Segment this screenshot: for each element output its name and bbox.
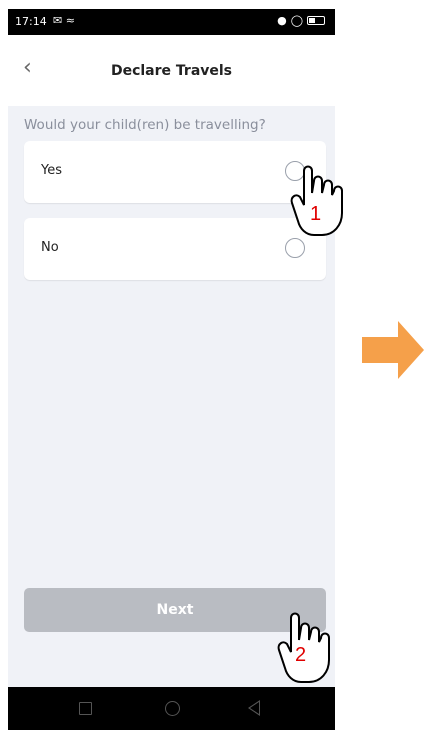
alarm-icon: ◯ <box>290 14 303 27</box>
option-yes[interactable]: Yes <box>24 141 326 203</box>
next-step-arrow-icon <box>362 321 424 383</box>
option-yes-label: Yes <box>41 163 62 178</box>
system-icons: ● ◯ <box>277 14 325 27</box>
status-time: 17:14 <box>15 15 47 28</box>
pointer-hand-icon: 1 <box>290 163 346 243</box>
app-header: ‹ Declare Travels <box>8 35 335 106</box>
option-no-label: No <box>41 240 59 255</box>
notification-icons: ✉ ≈ <box>53 14 75 27</box>
wifi-icon: ● <box>277 14 287 27</box>
back-triangle-icon[interactable] <box>248 700 260 716</box>
home-icon[interactable] <box>165 701 180 716</box>
recents-icon[interactable] <box>79 702 92 715</box>
pointer-hand-icon: 2 <box>277 610 333 690</box>
battery-icon <box>307 16 325 25</box>
page-title: Declare Travels <box>110 63 233 79</box>
step-number-1: 1 <box>310 203 322 225</box>
android-nav-bar <box>8 687 335 730</box>
travel-question: Would your child(ren) be travelling? <box>24 117 266 133</box>
option-no[interactable]: No <box>24 218 326 280</box>
step-number-2: 2 <box>295 644 307 666</box>
status-bar: 17:14 ✉ ≈ ● ◯ <box>8 9 335 35</box>
